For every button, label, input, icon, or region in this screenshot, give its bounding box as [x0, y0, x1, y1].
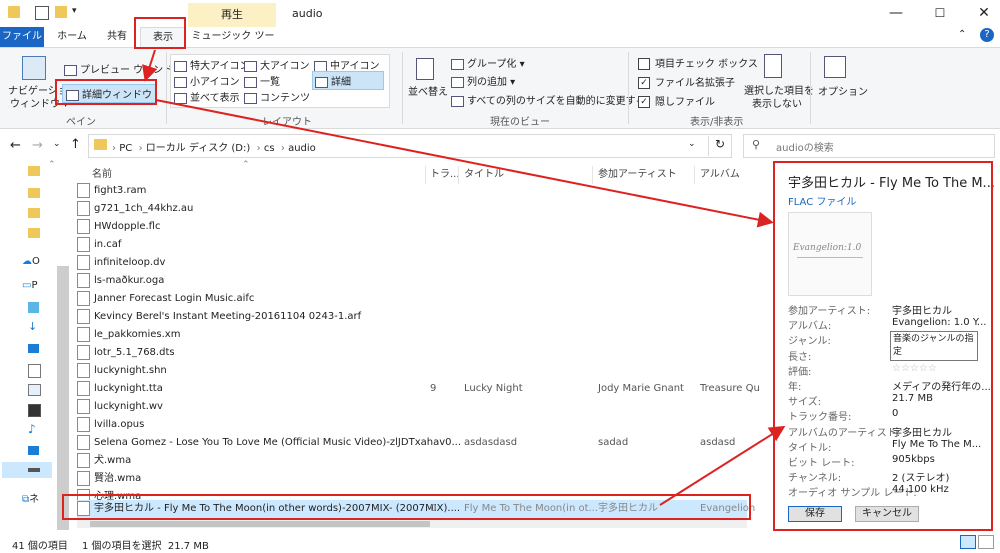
arrow-pane-to-details [155, 99, 774, 228]
arrow-view-to-pane [142, 49, 158, 82]
annotation-arrows [142, 49, 786, 506]
arrow-file-to-details [659, 425, 786, 506]
